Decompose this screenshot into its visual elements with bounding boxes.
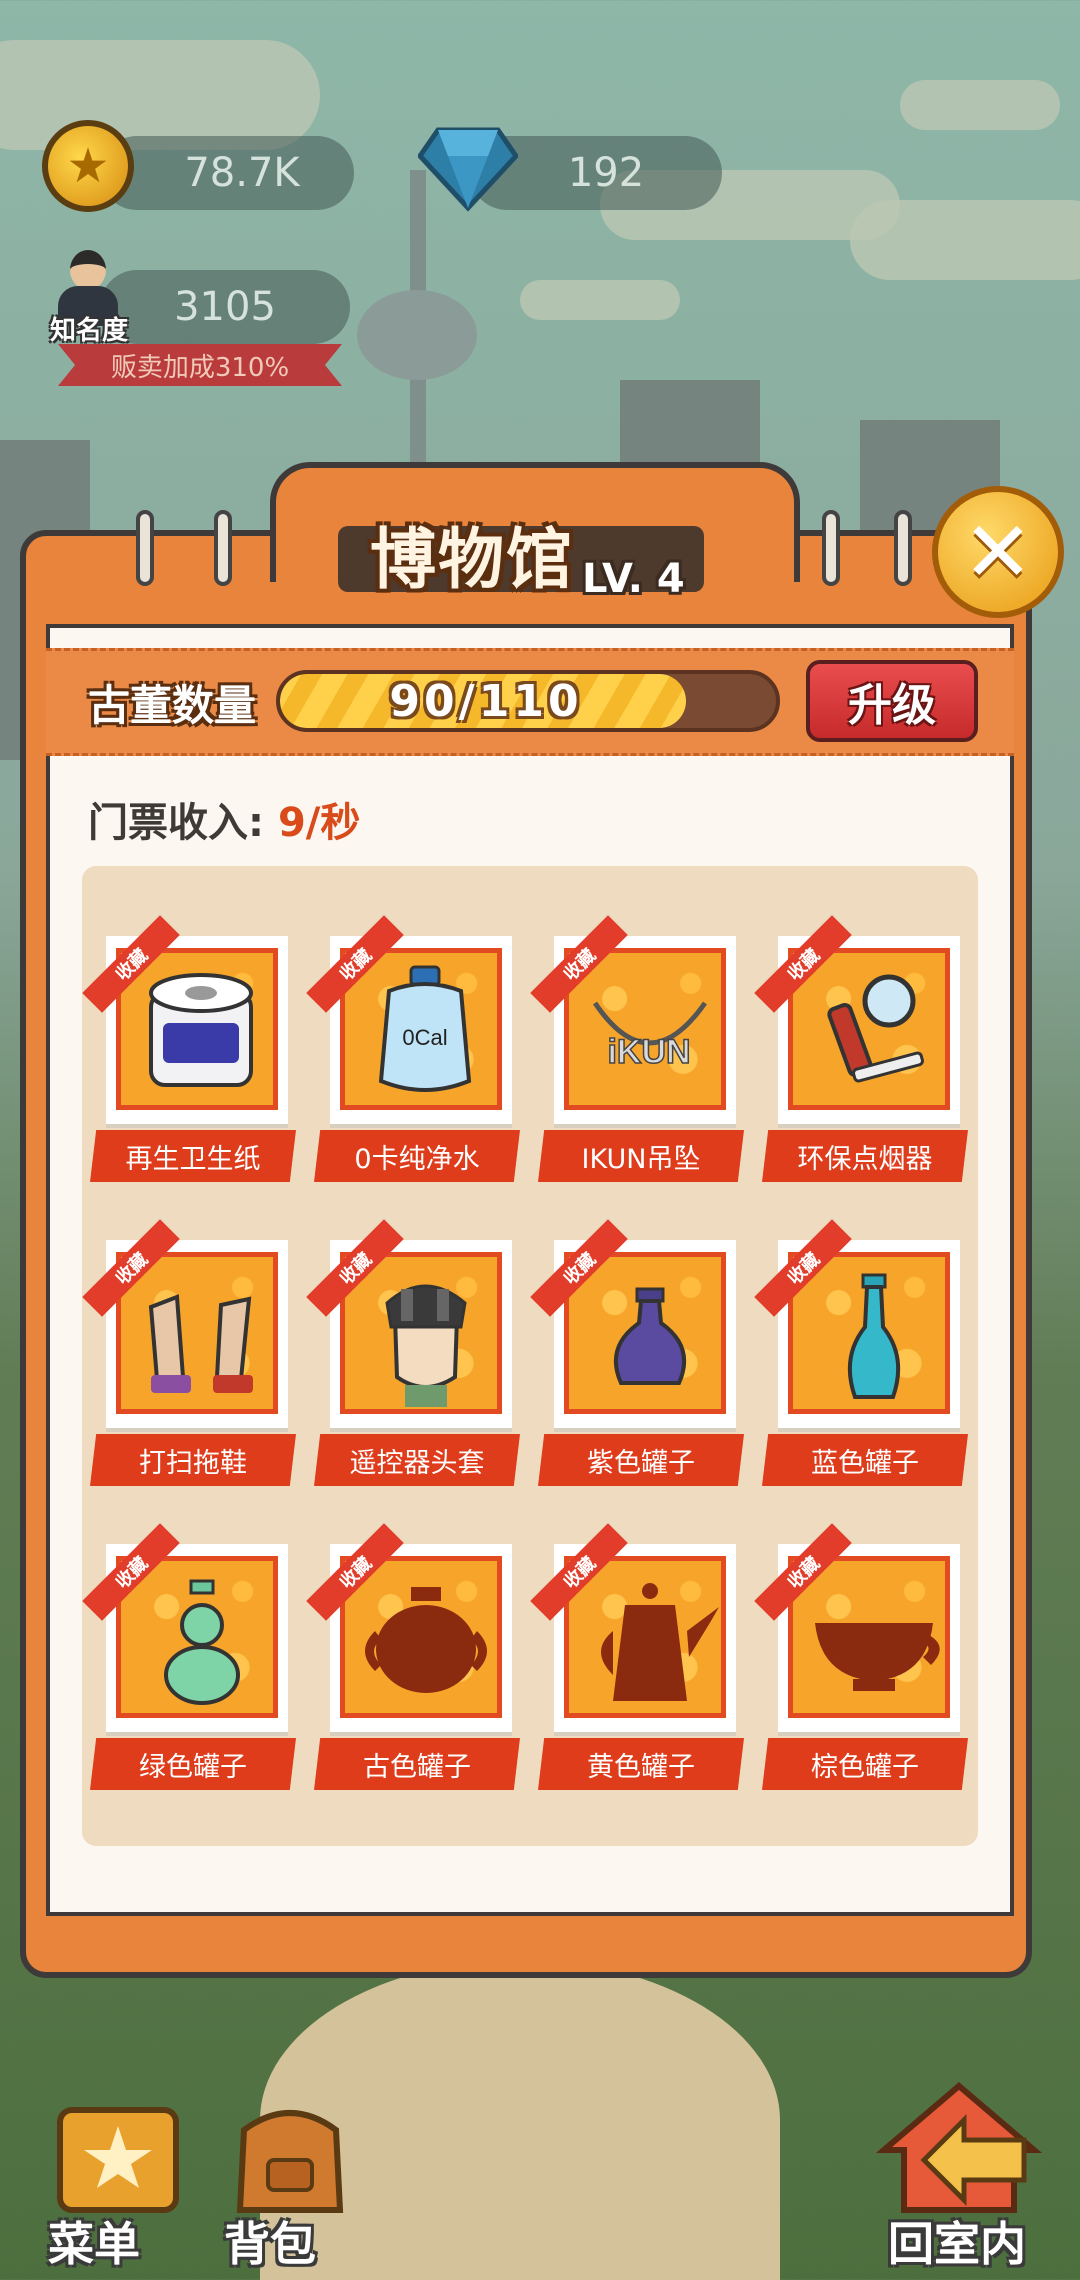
teapot-silhouette-icon [601, 1583, 719, 1701]
item-name: 再生卫生纸 [90, 1130, 296, 1182]
collection-item[interactable]: 收藏 棕色罐子 [754, 1523, 970, 1790]
sell-bonus-ribbon: 贩卖加成310% [58, 344, 342, 386]
house-arrow-icon [875, 2082, 1043, 2213]
star-book-icon [57, 2107, 179, 2213]
museum-level: LV. 4 [582, 556, 685, 602]
toilet-paper-icon [149, 973, 253, 1087]
binder-ring [894, 510, 912, 586]
purple-vase-icon [613, 1287, 687, 1385]
blue-vase-icon [847, 1273, 901, 1399]
ticket-income: 门票收入: 9/秒 [88, 790, 360, 848]
antique-progress-text: 90/110 [389, 675, 583, 727]
coin-counter[interactable]: 78.7K [100, 136, 354, 210]
coin-icon: ★ [42, 120, 134, 212]
binder-ring [822, 510, 840, 586]
item-name: 绿色罐子 [90, 1738, 296, 1790]
diamond-icon [418, 127, 518, 212]
backpack-icon [236, 2110, 344, 2213]
item-name: IKUN吊坠 [538, 1130, 744, 1182]
back-home-label: 回室内 [888, 2217, 1026, 2271]
collection-item[interactable]: 收藏 遥控器头套 [306, 1219, 522, 1486]
ticket-income-label: 门票收入: [88, 800, 264, 846]
collection-item[interactable]: 0Cal 收藏 0卡纯净水 [306, 915, 522, 1182]
binder-ring [136, 510, 154, 586]
collection-item[interactable]: 收藏 蓝色罐子 [754, 1219, 970, 1486]
antique-count-label: 古董数量 [88, 681, 257, 730]
water-jug-icon: 0Cal [378, 965, 472, 1092]
fame-amount: 3105 [174, 284, 276, 330]
item-name: 棕色罐子 [762, 1738, 968, 1790]
svg-text:iKUN: iKUN [607, 1033, 690, 1071]
item-name: 紫色罐子 [538, 1434, 744, 1486]
green-gourd-vase-icon [164, 1579, 240, 1705]
item-name: 遥控器头套 [314, 1434, 520, 1486]
dialog-title: 博物馆 [370, 521, 574, 598]
ancient-pot-silhouette-icon [365, 1587, 487, 1693]
collection-item[interactable]: 收藏 打扫拖鞋 [82, 1219, 298, 1486]
collection-item[interactable]: 收藏 再生卫生纸 [82, 915, 298, 1182]
collection-item[interactable]: 收藏 古色罐子 [306, 1523, 522, 1790]
item-name: 打扫拖鞋 [90, 1434, 296, 1486]
item-name: 环保点烟器 [762, 1130, 968, 1182]
svg-text:0Cal: 0Cal [402, 1025, 447, 1050]
collection-item[interactable]: iKUN 收藏 IKUN吊坠 [530, 915, 746, 1182]
collection-item[interactable]: 收藏 紫色罐子 [530, 1219, 746, 1486]
collection-item[interactable]: 收藏 黄色罐子 [530, 1523, 746, 1790]
coin-amount: 78.7K [184, 150, 300, 196]
upgrade-button[interactable]: 升级 [806, 660, 978, 742]
gem-amount: 192 [567, 150, 645, 196]
mop-slippers-icon [148, 1294, 253, 1393]
ticket-income-value: 9/秒 [277, 800, 361, 846]
collection-item[interactable]: 收藏 绿色罐子 [82, 1523, 298, 1790]
magnifier-lighter-icon [827, 974, 924, 1083]
item-name: 古色罐子 [314, 1738, 520, 1790]
bowl-silhouette-icon [815, 1623, 940, 1691]
ikun-necklace-icon: iKUN [592, 1001, 708, 1072]
remote-headgear-icon [385, 1284, 467, 1407]
bag-button[interactable]: 背包 [214, 2100, 364, 2271]
bag-label: 背包 [224, 2217, 316, 2271]
collection-item[interactable]: 收藏 环保点烟器 [754, 915, 970, 1182]
item-name: 0卡纯净水 [314, 1130, 520, 1182]
fame-counter[interactable]: 3105 [100, 270, 350, 344]
menu-label: 菜单 [48, 2217, 140, 2271]
fame-label: 知名度 [50, 316, 129, 346]
item-name: 黄色罐子 [538, 1738, 744, 1790]
close-button[interactable]: ✕ [932, 486, 1064, 618]
close-icon: ✕ [962, 503, 1034, 601]
item-name: 蓝色罐子 [762, 1434, 968, 1486]
back-home-button[interactable]: 回室内 [868, 2080, 1058, 2271]
binder-ring [214, 510, 232, 586]
menu-button[interactable]: 菜单 [40, 2100, 190, 2271]
